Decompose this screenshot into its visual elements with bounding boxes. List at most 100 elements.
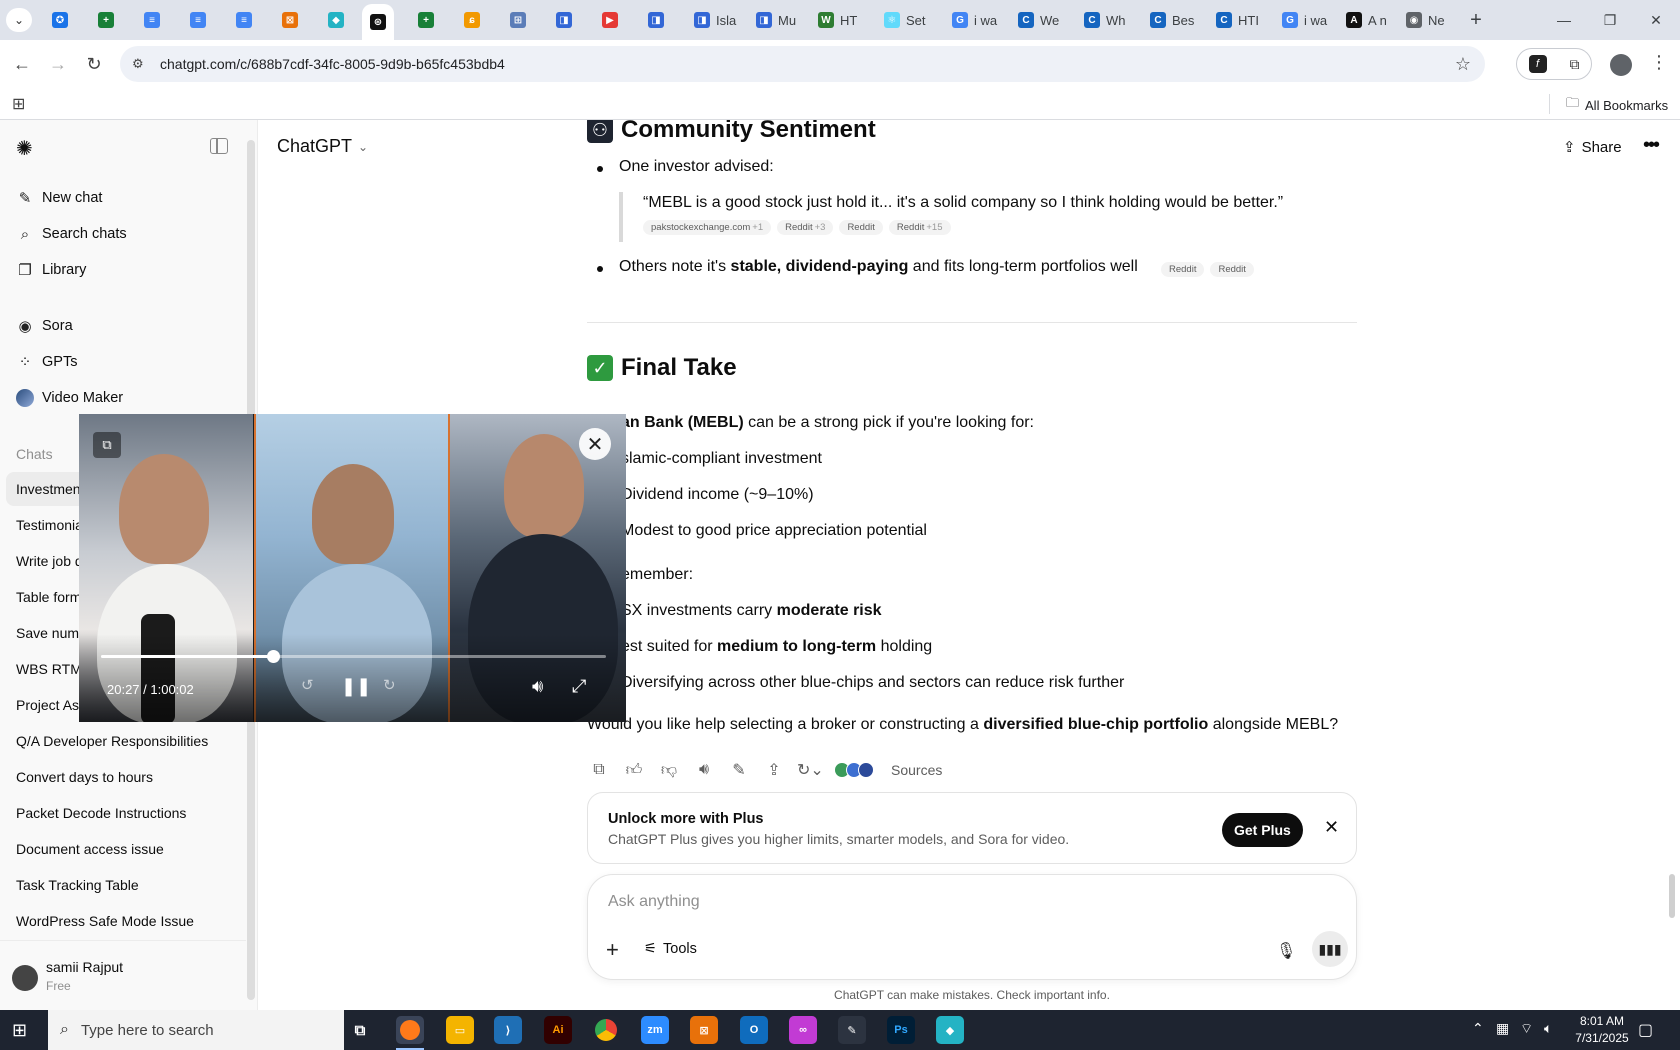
browser-tab[interactable]: C Wh (1076, 6, 1134, 34)
browser-tab[interactable]: ✪ (44, 6, 76, 34)
browser-tab[interactable]: ⊛ (362, 4, 394, 40)
browser-tab[interactable]: C Bes (1142, 6, 1202, 34)
openai-logo-icon[interactable]: ✺ (16, 136, 38, 160)
browser-tab[interactable]: ≡ (182, 6, 214, 34)
browser-tab[interactable]: AA n (1338, 6, 1395, 34)
address-bar[interactable]: ⚙ chatgpt.com/c/688b7cdf-34fc-8005-9d9b-… (120, 46, 1485, 82)
browser-tab[interactable]: ⚛ Set (876, 6, 934, 34)
chrome-app-icon[interactable] (592, 1016, 620, 1044)
sidebar-video-maker[interactable]: Video Maker (16, 386, 123, 410)
microphone-icon[interactable]: 🎙︎ (1276, 941, 1296, 961)
progress-knob[interactable] (266, 650, 280, 663)
sidebar-chat-item[interactable]: Document access issue (6, 832, 246, 866)
browser-tab[interactable]: + (410, 6, 442, 34)
tab-search-dropdown[interactable]: ⌄ (6, 8, 32, 32)
back-button[interactable]: ← (8, 50, 36, 78)
user-account[interactable]: samii Rajput Free (0, 940, 246, 1008)
photoshop-app-icon[interactable]: Ps (887, 1016, 915, 1044)
browser-tab[interactable]: ▶ (594, 6, 626, 34)
browser-tab[interactable]: ◨ Mu (748, 6, 804, 34)
sidebar-gpts[interactable]: ⁘ GPTs (16, 350, 78, 374)
copy-icon[interactable]: ⧉ (587, 761, 611, 779)
notification-icon[interactable]: ▢ (1638, 1020, 1653, 1040)
browser-tab[interactable]: ◨ (640, 6, 672, 34)
sidebar-search-chats[interactable]: ⌕ Search chats (16, 222, 127, 246)
browser-tab[interactable]: C HTI (1208, 6, 1267, 34)
edit-canvas-icon[interactable]: ✎ (727, 760, 751, 780)
source-pill[interactable]: pakstockexchange.com +1 (643, 220, 772, 235)
thumbs-up-icon[interactable]: 👍︎ (622, 761, 646, 780)
source-pill[interactable]: Reddit (1210, 262, 1254, 277)
windows-start-icon[interactable]: ⊞ (12, 1020, 27, 1041)
source-pill[interactable]: Reddit (1161, 262, 1205, 277)
browser-tab[interactable]: ⊠ (274, 6, 306, 34)
sidebar-library[interactable]: ❐ Library (16, 258, 86, 282)
browser-tab[interactable]: ◨ (548, 6, 580, 34)
back-to-tab-icon[interactable]: ⧉ (93, 432, 121, 458)
pen-tool-app-icon[interactable]: ✎ (838, 1016, 866, 1044)
get-plus-button[interactable]: Get Plus (1222, 813, 1303, 847)
creative-cloud-app-icon[interactable]: ∞ (789, 1016, 817, 1044)
close-icon[interactable]: ✕ (579, 428, 611, 460)
browser-tab[interactable]: Gi wa (1274, 6, 1335, 34)
extension-f-icon[interactable]: f (1528, 55, 1547, 73)
browser-tab[interactable]: C We (1010, 6, 1067, 34)
main-scrollbar[interactable] (1669, 874, 1675, 918)
close-window-button[interactable]: ✕ (1636, 6, 1676, 34)
fullscreen-icon[interactable]: ⤢ (572, 676, 586, 697)
sidebar-chat-item[interactable]: WordPress Safe Mode Issue (6, 904, 246, 938)
restore-button[interactable]: ❐ (1590, 6, 1630, 34)
tools-button[interactable]: ⚟ Tools (644, 941, 697, 957)
illustrator-app-icon[interactable]: Ai (544, 1016, 572, 1044)
browser-tab[interactable]: ≡ (228, 6, 260, 34)
sidebar-chat-item[interactable]: Q/A Developer Responsibilities (6, 724, 246, 758)
profile-avatar[interactable] (1610, 54, 1632, 76)
sidebar-toggle-icon[interactable] (210, 138, 228, 154)
browser-tab[interactable]: + (90, 6, 122, 34)
bookmark-star-icon[interactable]: ☆ (1455, 54, 1471, 75)
reload-button[interactable]: ↻ (80, 50, 108, 78)
tray-network-icon[interactable]: ▦ (1496, 1020, 1509, 1037)
browser-tab[interactable]: ◉ Ne (1398, 6, 1453, 34)
source-pill[interactable]: Reddit +3 (777, 220, 834, 235)
browser-tab[interactable]: W HT (810, 6, 865, 34)
volume-icon[interactable]: 🔊︎ (532, 676, 543, 697)
regenerate-icon[interactable]: ↻⌄ (797, 760, 824, 780)
sidebar-sora[interactable]: ◉ Sora (16, 314, 72, 338)
apps-grid-icon[interactable]: ⊞ (12, 94, 30, 113)
browser-tab[interactable]: ɕ (456, 6, 488, 34)
outlook-app-icon[interactable]: O (740, 1016, 768, 1044)
add-attachment-icon[interactable]: + (606, 937, 619, 963)
file-explorer-app-icon[interactable]: ▭ (446, 1016, 474, 1044)
vscode-app-icon[interactable]: ⟩ (494, 1016, 522, 1044)
share-message-icon[interactable]: ⇪ (762, 760, 786, 780)
forward-icon[interactable]: ↻ (383, 676, 396, 694)
close-icon[interactable]: ✕ (1324, 817, 1339, 838)
sources-button[interactable]: Sources (891, 762, 942, 778)
browser-tab[interactable]: ◆ (320, 6, 352, 34)
browser-tab[interactable]: Gi wa (944, 6, 1005, 34)
new-tab-button[interactable]: + (1464, 8, 1488, 32)
voice-mode-button[interactable]: ▮▮▮ (1312, 931, 1348, 967)
chat-composer[interactable]: Ask anything + ⚟ Tools 🎙︎ ▮▮▮ (587, 874, 1357, 980)
thumbs-down-icon[interactable]: 👎︎ (657, 761, 681, 780)
browser-tab[interactable]: ◨ Isla (686, 6, 744, 34)
teal-app-icon[interactable]: ◆ (936, 1016, 964, 1044)
composer-input[interactable]: Ask anything (608, 893, 700, 911)
share-button[interactable]: ⇪ Share (1563, 138, 1622, 157)
minimize-button[interactable]: — (1544, 6, 1584, 34)
task-view-icon[interactable]: ⧉ (346, 1016, 374, 1044)
picture-in-picture-video[interactable]: ⧉ ✕ 20:27 / 1:00:02 ↺ ❚❚ ↻ 🔊︎ ⤢ (79, 414, 626, 722)
rewind-icon[interactable]: ↺ (301, 676, 314, 694)
read-aloud-icon[interactable]: 🔊︎ (692, 761, 716, 779)
sidebar-chat-item[interactable]: Convert days to hours (6, 760, 246, 794)
browser-menu-icon[interactable]: ⋮ (1650, 52, 1668, 73)
pause-icon[interactable]: ❚❚ (341, 676, 371, 697)
taskbar-clock[interactable]: 8:01 AM 7/31/2025 (1566, 1013, 1638, 1047)
video-progress-bar[interactable] (101, 650, 606, 663)
model-selector[interactable]: ChatGPT ⌄ (277, 136, 368, 157)
tray-volume-icon[interactable]: 🔈︎ (1544, 1020, 1552, 1037)
extensions-puzzle-icon[interactable]: ⧉ (1570, 56, 1580, 73)
xampp-app-icon[interactable]: ⊠ (690, 1016, 718, 1044)
zoom-app-icon[interactable]: zm (641, 1016, 669, 1044)
